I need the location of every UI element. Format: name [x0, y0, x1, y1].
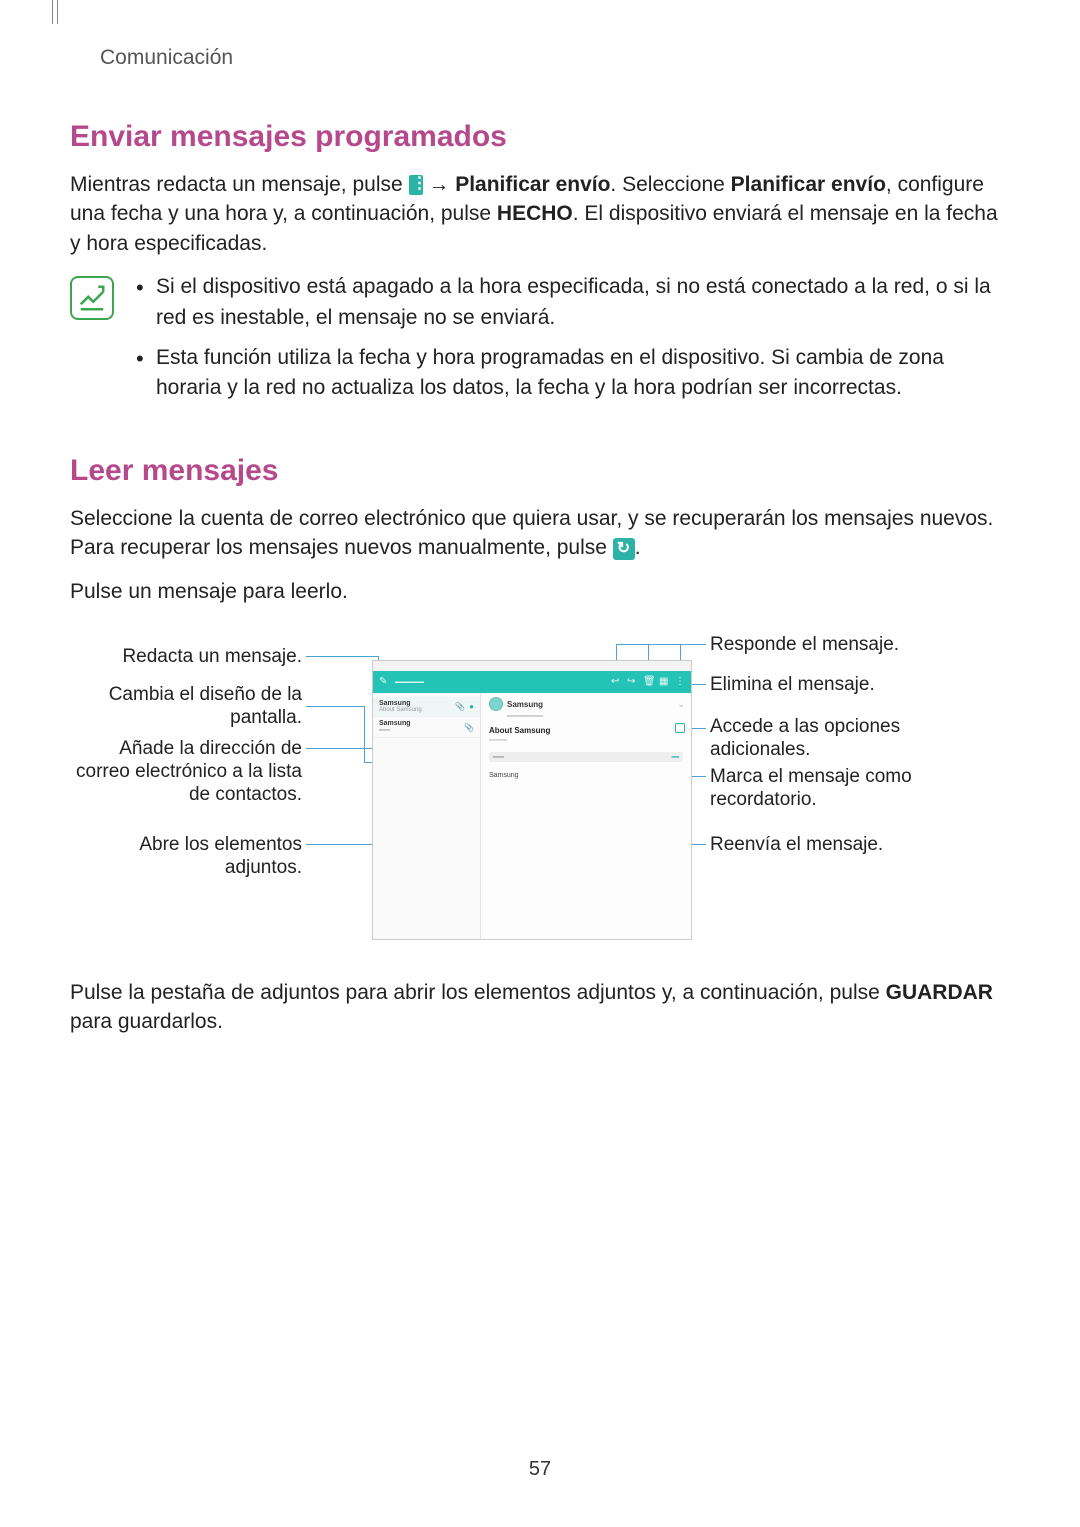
email-diagram: Redacta un mensaje. Cambia el diseño de … [70, 620, 1010, 950]
paragraph-read-2: Pulse un mensaje para leerlo. [70, 577, 1010, 606]
text-fragment: para guardarlos. [70, 1010, 223, 1033]
email-app-mock: ✎ ━━━━━━ ↩ ↪ 🗑 ▦ ⋮ Samsung About Samsung [372, 660, 692, 940]
page-tab-mark [52, 0, 58, 24]
attachment-icon: 📎 [455, 702, 465, 711]
text-fragment: Pulse la pestaña de adjuntos para abrir … [70, 981, 886, 1004]
delete-icon: 🗑 [643, 677, 653, 687]
attachment-icon: 📎 [464, 723, 474, 732]
note-list: Si el dispositivo está apagado a la hora… [132, 272, 1010, 414]
bold-text: HECHO [497, 202, 573, 225]
preview-text: ━━━ [379, 727, 460, 734]
save-label: ━━ [672, 754, 679, 761]
manual-page: Comunicación Enviar mensajes programados… [0, 0, 1080, 1527]
forward-icon: ↪ [627, 677, 637, 687]
paragraph-read-1: Seleccione la cuenta de correo electróni… [70, 504, 1010, 563]
section-read-messages: Leer mensajes Seleccione la cuenta de co… [70, 454, 1010, 1037]
reply-icon: ↩ [611, 677, 621, 687]
message-body: Samsung [489, 772, 683, 779]
preview-text: About Samsung [379, 707, 451, 713]
page-number: 57 [0, 1458, 1080, 1481]
list-item: Samsung ━━━ 📎 [373, 717, 480, 738]
attachment-name: ━━━ [493, 754, 504, 761]
section-header: Comunicación [100, 46, 1010, 70]
attachment-bar: ━━━ ━━ [489, 752, 683, 762]
avatar [489, 697, 503, 711]
callout-delete: Elimina el mensaje. [710, 674, 960, 697]
paragraph-scheduled: Mientras redacta un mensaje, pulse → Pla… [70, 170, 1010, 258]
unread-dot: ● [469, 702, 474, 711]
text-fragment: Mientras redacta un mensaje, pulse [70, 173, 409, 196]
callout-line [306, 706, 364, 707]
sender-name: Samsung [379, 700, 451, 707]
compose-icon: ✎ [379, 677, 389, 687]
callout-layout: Cambia el diseño de la pantalla. [72, 684, 302, 730]
callout-forward: Reenvía el mensaje. [710, 834, 960, 857]
more-options-icon [409, 175, 423, 195]
sender-line: Samsung [489, 697, 683, 711]
flag-icon [675, 723, 685, 733]
email-header: ✎ ━━━━━━ ↩ ↪ 🗑 ▦ ⋮ [373, 671, 691, 693]
heading-scheduled: Enviar mensajes programados [70, 120, 1010, 154]
message-list: Samsung About Samsung 📎 ● Samsung ━━━ [373, 693, 481, 939]
bold-text: Planificar envío [731, 173, 886, 196]
email-body: Samsung About Samsung 📎 ● Samsung ━━━ [373, 693, 691, 939]
text-fragment: Seleccione la cuenta de correo electróni… [70, 507, 993, 559]
note-item: Esta función utiliza la fecha y hora pro… [132, 343, 1010, 404]
callout-line [306, 656, 378, 657]
menu-icon: ⋮ [675, 677, 685, 687]
sender-email: ━━━━━━━━━━ [507, 713, 683, 720]
layout-icon: ▦ [659, 677, 669, 687]
callout-compose: Redacta un mensaje. [72, 646, 302, 669]
sender-name: Samsung [507, 700, 543, 709]
callout-options: Accede a las opciones adicionales. [710, 716, 960, 762]
note-item: Si el dispositivo está apagado a la hora… [132, 272, 1010, 333]
paragraph-attachments: Pulse la pestaña de adjuntos para abrir … [70, 978, 1010, 1037]
callout-line [364, 706, 365, 762]
sender-name: Samsung [379, 720, 460, 727]
chevron-down-icon: ⌄ [677, 699, 685, 710]
subject: About Samsung [489, 726, 683, 735]
note-icon [70, 276, 114, 320]
bold-text: GUARDAR [886, 981, 993, 1004]
text-fragment: . [635, 536, 641, 559]
section-scheduled-send: Enviar mensajes programados Mientras red… [70, 120, 1010, 414]
callout-addcontact: Añade la dirección de correo electrónico… [72, 738, 302, 806]
callout-line [616, 644, 706, 645]
refresh-icon [613, 538, 635, 560]
bold-text: Planificar envío [455, 173, 610, 196]
text-fragment: . Seleccione [610, 173, 730, 196]
callout-flag: Marca el mensaje como recordatorio. [710, 766, 960, 812]
callout-attachments: Abre los elementos adjuntos. [72, 834, 302, 880]
status-bar [373, 661, 691, 671]
callout-reply: Responde el mensaje. [710, 634, 960, 657]
heading-read: Leer mensajes [70, 454, 1010, 488]
message-pane: ⌄ Samsung ━━━━━━━━━━ About Samsung ━━━━━… [481, 693, 691, 939]
note-block: Si el dispositivo está apagado a la hora… [70, 272, 1010, 414]
list-item: Samsung About Samsung 📎 ● [373, 697, 480, 717]
timestamp: ━━━━━ [489, 737, 683, 744]
account-label: ━━━━━━ [395, 678, 605, 687]
